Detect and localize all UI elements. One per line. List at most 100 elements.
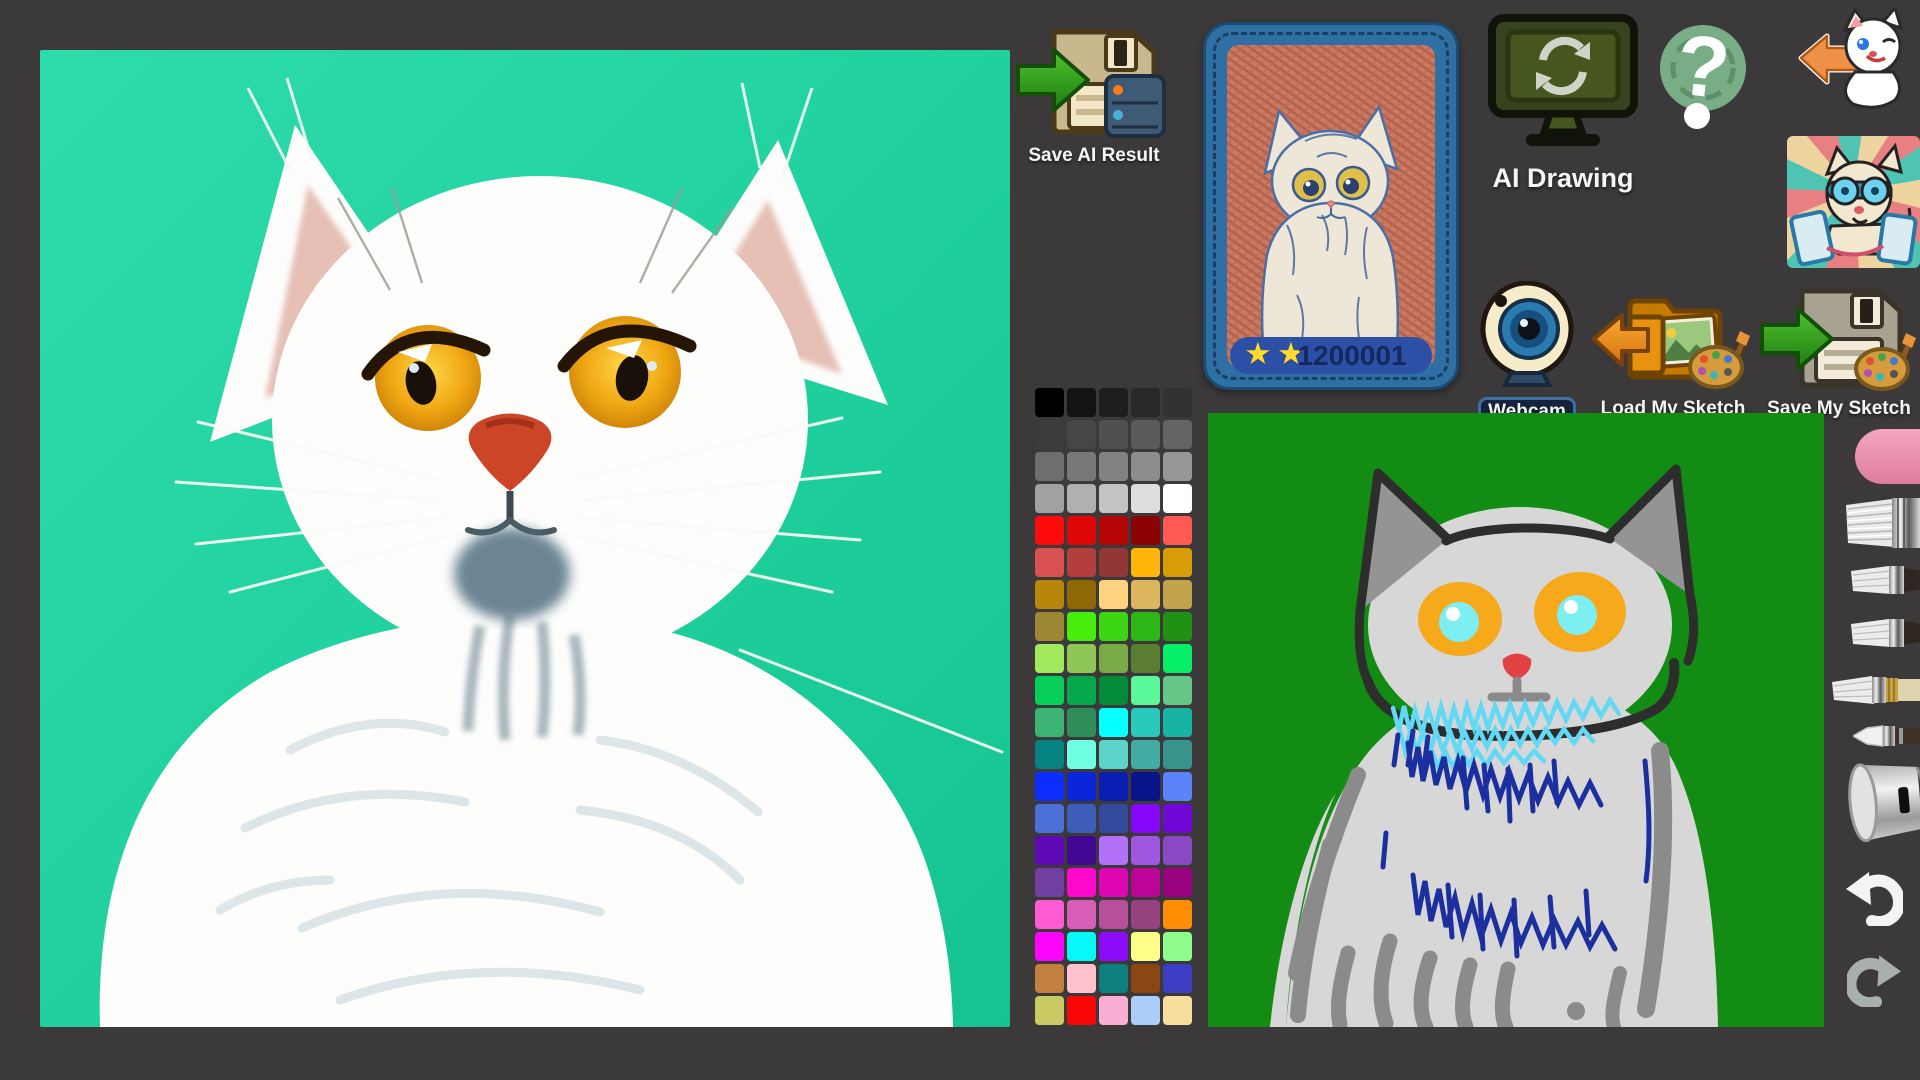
palette-swatch[interactable]	[1131, 516, 1160, 545]
palette-swatch[interactable]	[1131, 580, 1160, 609]
palette-swatch[interactable]	[1067, 964, 1096, 993]
palette-swatch[interactable]	[1099, 580, 1128, 609]
palette-swatch[interactable]	[1099, 516, 1128, 545]
palette-swatch[interactable]	[1099, 900, 1128, 929]
palette-swatch[interactable]	[1099, 932, 1128, 961]
palette-swatch[interactable]	[1035, 772, 1064, 801]
palette-swatch[interactable]	[1131, 612, 1160, 641]
palette-swatch[interactable]	[1067, 900, 1096, 929]
palette-swatch[interactable]	[1131, 804, 1160, 833]
palette-swatch[interactable]	[1163, 740, 1192, 769]
ai-drawing-button[interactable]: AI Drawing	[1486, 14, 1640, 194]
palette-swatch[interactable]	[1067, 484, 1096, 513]
palette-swatch[interactable]	[1099, 772, 1128, 801]
palette-swatch[interactable]	[1163, 708, 1192, 737]
palette-swatch[interactable]	[1163, 868, 1192, 897]
palette-swatch[interactable]	[1099, 836, 1128, 865]
palette-swatch[interactable]	[1131, 772, 1160, 801]
palette-swatch[interactable]	[1163, 548, 1192, 577]
palette-swatch[interactable]	[1163, 964, 1192, 993]
goggles-cat-sticker[interactable]	[1787, 136, 1920, 268]
palette-swatch[interactable]	[1163, 676, 1192, 705]
palette-swatch[interactable]	[1163, 836, 1192, 865]
palette-swatch[interactable]	[1099, 644, 1128, 673]
palette-swatch[interactable]	[1131, 964, 1160, 993]
palette-swatch[interactable]	[1163, 516, 1192, 545]
palette-swatch[interactable]	[1067, 644, 1096, 673]
palette-swatch[interactable]	[1131, 932, 1160, 961]
palette-swatch[interactable]	[1099, 452, 1128, 481]
palette-swatch[interactable]	[1099, 388, 1128, 417]
palette-swatch[interactable]	[1099, 676, 1128, 705]
palette-swatch[interactable]	[1067, 804, 1096, 833]
palette-swatch[interactable]	[1035, 452, 1064, 481]
palette-swatch[interactable]	[1163, 452, 1192, 481]
palette-swatch[interactable]	[1099, 868, 1128, 897]
palette-swatch[interactable]	[1131, 996, 1160, 1025]
eraser-tool[interactable]	[1855, 429, 1920, 484]
palette-swatch[interactable]	[1131, 740, 1160, 769]
palette-swatch[interactable]	[1067, 836, 1096, 865]
brush-flat-medium-tool[interactable]	[1851, 564, 1920, 601]
palette-swatch[interactable]	[1099, 804, 1128, 833]
palette-swatch[interactable]	[1035, 900, 1064, 929]
help-button[interactable]: ?	[1653, 10, 1753, 137]
palette-swatch[interactable]	[1035, 516, 1064, 545]
palette-swatch[interactable]	[1067, 612, 1096, 641]
palette-swatch[interactable]	[1163, 612, 1192, 641]
palette-swatch[interactable]	[1163, 388, 1192, 417]
palette-swatch[interactable]	[1131, 836, 1160, 865]
palette-swatch[interactable]	[1099, 548, 1128, 577]
palette-swatch[interactable]	[1163, 420, 1192, 449]
reference-card[interactable]: ★ ★ 1200001	[1203, 22, 1459, 390]
spray-can-tool[interactable]	[1847, 757, 1920, 850]
palette-swatch[interactable]	[1099, 484, 1128, 513]
palette-swatch[interactable]	[1035, 740, 1064, 769]
palette-swatch[interactable]	[1035, 836, 1064, 865]
palette-swatch[interactable]	[1131, 676, 1160, 705]
palette-swatch[interactable]	[1163, 932, 1192, 961]
palette-swatch[interactable]	[1163, 804, 1192, 833]
palette-swatch[interactable]	[1131, 548, 1160, 577]
palette-swatch[interactable]	[1131, 900, 1160, 929]
palette-swatch[interactable]	[1099, 740, 1128, 769]
palette-swatch[interactable]	[1067, 580, 1096, 609]
palette-swatch[interactable]	[1035, 580, 1064, 609]
palette-swatch[interactable]	[1035, 964, 1064, 993]
palette-swatch[interactable]	[1163, 644, 1192, 673]
palette-swatch[interactable]	[1035, 708, 1064, 737]
palette-swatch[interactable]	[1099, 708, 1128, 737]
redo-button[interactable]	[1847, 955, 1902, 1012]
palette-swatch[interactable]	[1067, 868, 1096, 897]
palette-swatch[interactable]	[1067, 516, 1096, 545]
drawing-canvas[interactable]	[1208, 413, 1824, 1027]
palette-swatch[interactable]	[1131, 452, 1160, 481]
palette-swatch[interactable]	[1067, 708, 1096, 737]
palette-swatch[interactable]	[1067, 388, 1096, 417]
palette-swatch[interactable]	[1067, 932, 1096, 961]
save-ai-result-button[interactable]: Save AI Result	[1014, 26, 1174, 167]
palette-swatch[interactable]	[1099, 420, 1128, 449]
palette-swatch[interactable]	[1035, 932, 1064, 961]
brush-wide-tool[interactable]	[1846, 497, 1920, 554]
palette-swatch[interactable]	[1131, 420, 1160, 449]
palette-swatch[interactable]	[1099, 964, 1128, 993]
palette-swatch[interactable]	[1099, 612, 1128, 641]
brush-flat-small-tool[interactable]	[1851, 617, 1920, 654]
palette-swatch[interactable]	[1163, 772, 1192, 801]
palette-swatch[interactable]	[1067, 772, 1096, 801]
save-my-sketch-button[interactable]: Save My Sketch	[1758, 287, 1920, 420]
webcam-button[interactable]: Webcam	[1475, 281, 1579, 427]
palette-swatch[interactable]	[1067, 676, 1096, 705]
palette-swatch[interactable]	[1163, 580, 1192, 609]
palette-swatch[interactable]	[1131, 868, 1160, 897]
palette-swatch[interactable]	[1035, 612, 1064, 641]
palette-swatch[interactable]	[1035, 420, 1064, 449]
palette-swatch[interactable]	[1131, 484, 1160, 513]
palette-swatch[interactable]	[1035, 804, 1064, 833]
undo-button[interactable]	[1845, 872, 1903, 931]
palette-swatch[interactable]	[1131, 644, 1160, 673]
palette-swatch[interactable]	[1099, 996, 1128, 1025]
palette-swatch[interactable]	[1035, 868, 1064, 897]
palette-swatch[interactable]	[1035, 644, 1064, 673]
